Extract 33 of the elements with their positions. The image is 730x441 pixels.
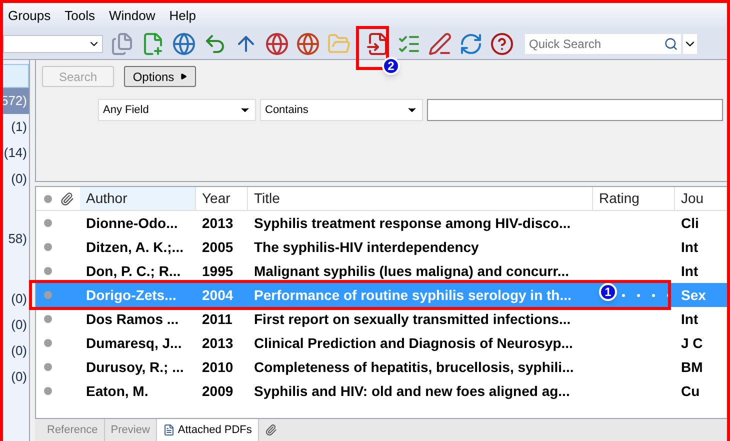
year-cell-text: 2005 bbox=[201, 238, 234, 256]
journal-cell-text: Cu bbox=[680, 382, 701, 400]
author-cell-text: Eaton, M. bbox=[85, 382, 150, 400]
title-cell-text: The syphilis-HIV interdependency bbox=[253, 238, 480, 257]
journal-cell-text: Int bbox=[680, 262, 700, 280]
journal-cell-text: Int bbox=[680, 238, 700, 256]
journal-cell-text: Int bbox=[680, 310, 700, 328]
journal-cell-text: BM bbox=[680, 358, 704, 376]
title-cell-text: Malignant syphilis (lues maligna) and concurr... bbox=[253, 262, 570, 281]
journal-cell-text: Cli bbox=[680, 214, 700, 232]
author-cell-text: Dionne-Odo... bbox=[85, 214, 179, 232]
year-cell-text: 2013 bbox=[201, 214, 234, 232]
title-cell-text: Clinical Prediction and Diagnosis of Neurosyp... bbox=[253, 334, 574, 353]
author-cell-text: Dumaresq, J... bbox=[85, 334, 183, 353]
year-cell-text: 2009 bbox=[201, 382, 234, 400]
year-cell-text: 2004 bbox=[201, 286, 234, 304]
year-cell-text: 2011 bbox=[201, 310, 234, 328]
title-cell-text: Syphilis treatment response among HIV-disco... bbox=[253, 214, 572, 233]
title-cell-text: Syphilis and HIV: old and new foes aligned ag... bbox=[253, 382, 571, 401]
author-cell-text: Dorigo-Zets... bbox=[85, 286, 178, 305]
journal-cell-text: J C bbox=[680, 334, 704, 352]
author-cell-text: Don, P. C.; R... bbox=[85, 262, 182, 280]
year-cell-text: 2010 bbox=[201, 358, 234, 376]
title-cell-text: Completeness of hepatitis, brucellosis, syphili... bbox=[253, 358, 575, 377]
author-cell-text: Durusoy, R.; ... bbox=[85, 358, 185, 377]
author-cell-text: Ditzen, A. K.;... bbox=[85, 238, 184, 256]
year-cell-text: 1995 bbox=[201, 262, 234, 280]
annotation-badge: 2 bbox=[382, 56, 400, 74]
author-cell-text: Dos Ramos ... bbox=[85, 310, 180, 328]
journal-cell-text: Sex bbox=[680, 286, 707, 304]
title-cell-text: Performance of routine syphilis serology in th... bbox=[253, 286, 572, 305]
year-cell-text: 2013 bbox=[201, 334, 234, 352]
title-cell-text: First report on sexually transmitted infections... bbox=[253, 310, 572, 329]
